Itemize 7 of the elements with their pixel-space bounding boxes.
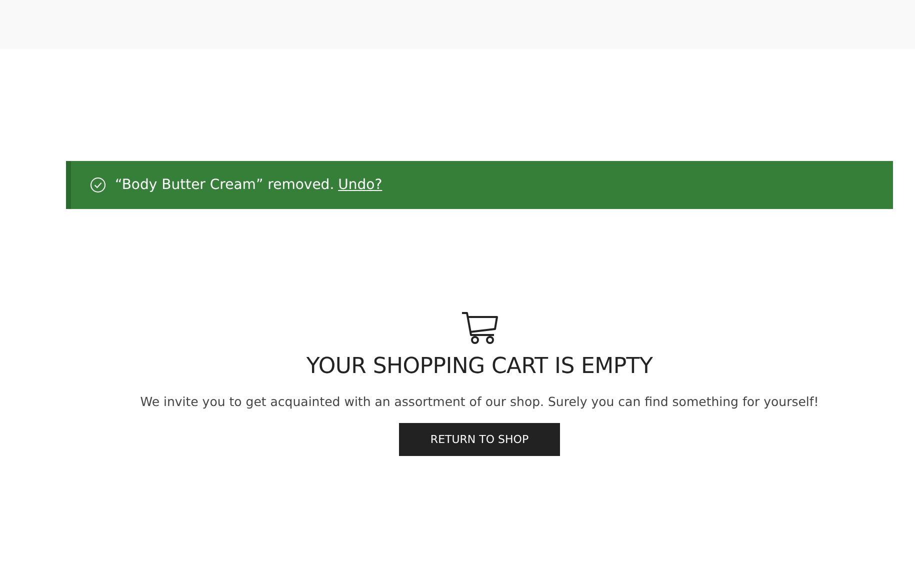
return-to-shop-button[interactable]: RETURN TO SHOP (399, 423, 560, 456)
empty-cart-text: We invite you to get acquainted with an assortment of our shop. Surely you can find something for yourself! (140, 393, 819, 411)
undo-link[interactable]: Undo? (338, 177, 382, 193)
empty-cart-title: YOUR SHOPPING CART IS EMPTY (306, 353, 653, 381)
notice-message: “Body Butter Cream” removed. (115, 177, 334, 193)
check-circle-icon (90, 177, 106, 193)
shopping-cart-icon (460, 311, 498, 345)
